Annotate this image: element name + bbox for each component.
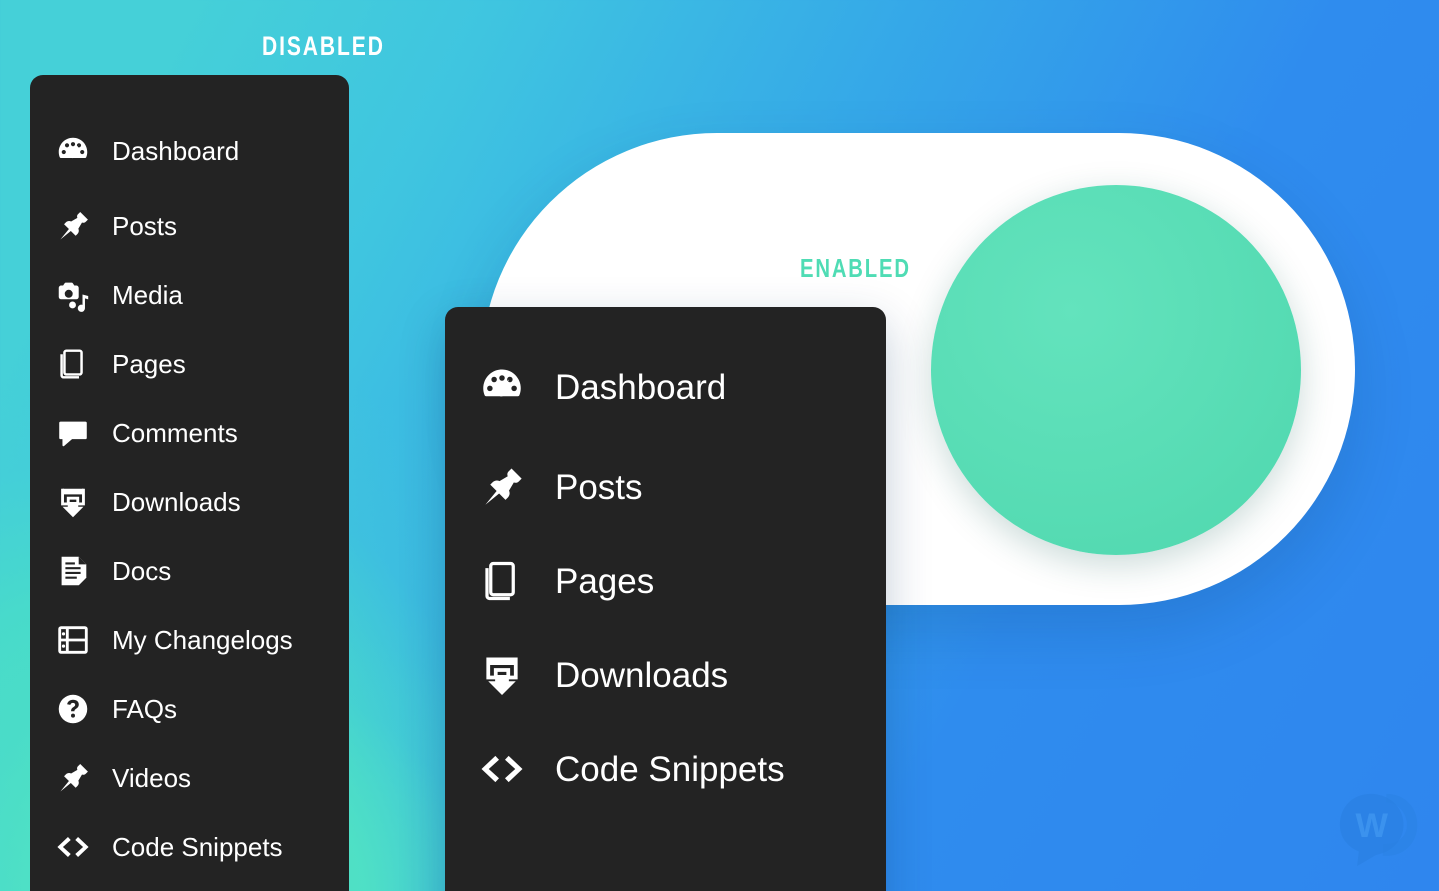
menu-item-label: Pages [555,561,655,601]
menu-item-label: Posts [112,210,178,241]
menu-item-code-snippets[interactable]: Code Snippets [445,722,886,816]
menu-item-label: Media [112,279,183,310]
question-icon [54,690,92,728]
pages-icon [54,345,92,383]
menu-item-label: Videos [112,762,192,793]
menu-item-dashboard[interactable]: Dashboard [445,334,886,440]
menu-item-label: Code Snippets [112,831,283,862]
pin-icon [54,207,92,245]
pin-icon [54,759,92,797]
menu-item-posts[interactable]: Posts [30,191,349,260]
media-icon [54,276,92,314]
menu-item-comments[interactable]: Comments [30,398,349,467]
menu-item-downloads[interactable]: Downloads [445,628,886,722]
menu-item-label: Code Snippets [555,749,785,789]
menu-item-label: Posts [555,467,643,507]
admin-menu-enabled-preview: Dashboard Posts Pages Downloads Code Snippet… [445,307,886,891]
disabled-label: DISABLED [262,31,385,61]
watermark-letter: W [1355,807,1388,845]
menu-item-videos[interactable]: Videos [30,743,349,812]
menu-item-label: Downloads [112,486,241,517]
download-icon [54,483,92,521]
menu-item-downloads[interactable]: Downloads [30,467,349,536]
menu-item-label: Dashboard [555,367,727,407]
comment-icon [54,414,92,452]
menu-item-code-snippets[interactable]: Code Snippets [30,812,349,881]
menu-item-label: Downloads [555,655,729,695]
code-icon [477,744,527,794]
menu-item-label: Docs [112,555,172,586]
menu-item-dashboard[interactable]: Dashboard [30,111,349,191]
dashboard-icon [477,362,527,412]
menu-item-pages[interactable]: Pages [30,329,349,398]
menu-item-label: My Changelogs [112,624,293,655]
menu-item-my-changelogs[interactable]: My Changelogs [30,605,349,674]
menu-item-pages[interactable]: Pages [445,534,886,628]
menu-item-label: Pages [112,348,186,379]
menu-item-label: FAQs [112,693,178,724]
menu-item-faqs[interactable]: FAQs [30,674,349,743]
menu-item-label: Comments [112,417,238,448]
changelog-icon [54,621,92,659]
download-icon [477,650,527,700]
pin-icon [477,462,527,512]
toggle-knob[interactable] [931,185,1301,555]
menu-item-label: Dashboard [112,136,240,166]
menu-item-media[interactable]: Media [30,260,349,329]
menu-item-posts[interactable]: Posts [445,440,886,534]
menu-item-docs[interactable]: Docs [30,536,349,605]
dashboard-icon [54,132,92,170]
brand-watermark: W [1333,787,1419,873]
admin-menu-disabled-preview: Dashboard Posts Media Pages Comments Download… [30,75,349,891]
code-icon [54,828,92,866]
docs-icon [54,552,92,590]
pages-icon [477,556,527,606]
enabled-label: ENABLED [800,253,911,283]
